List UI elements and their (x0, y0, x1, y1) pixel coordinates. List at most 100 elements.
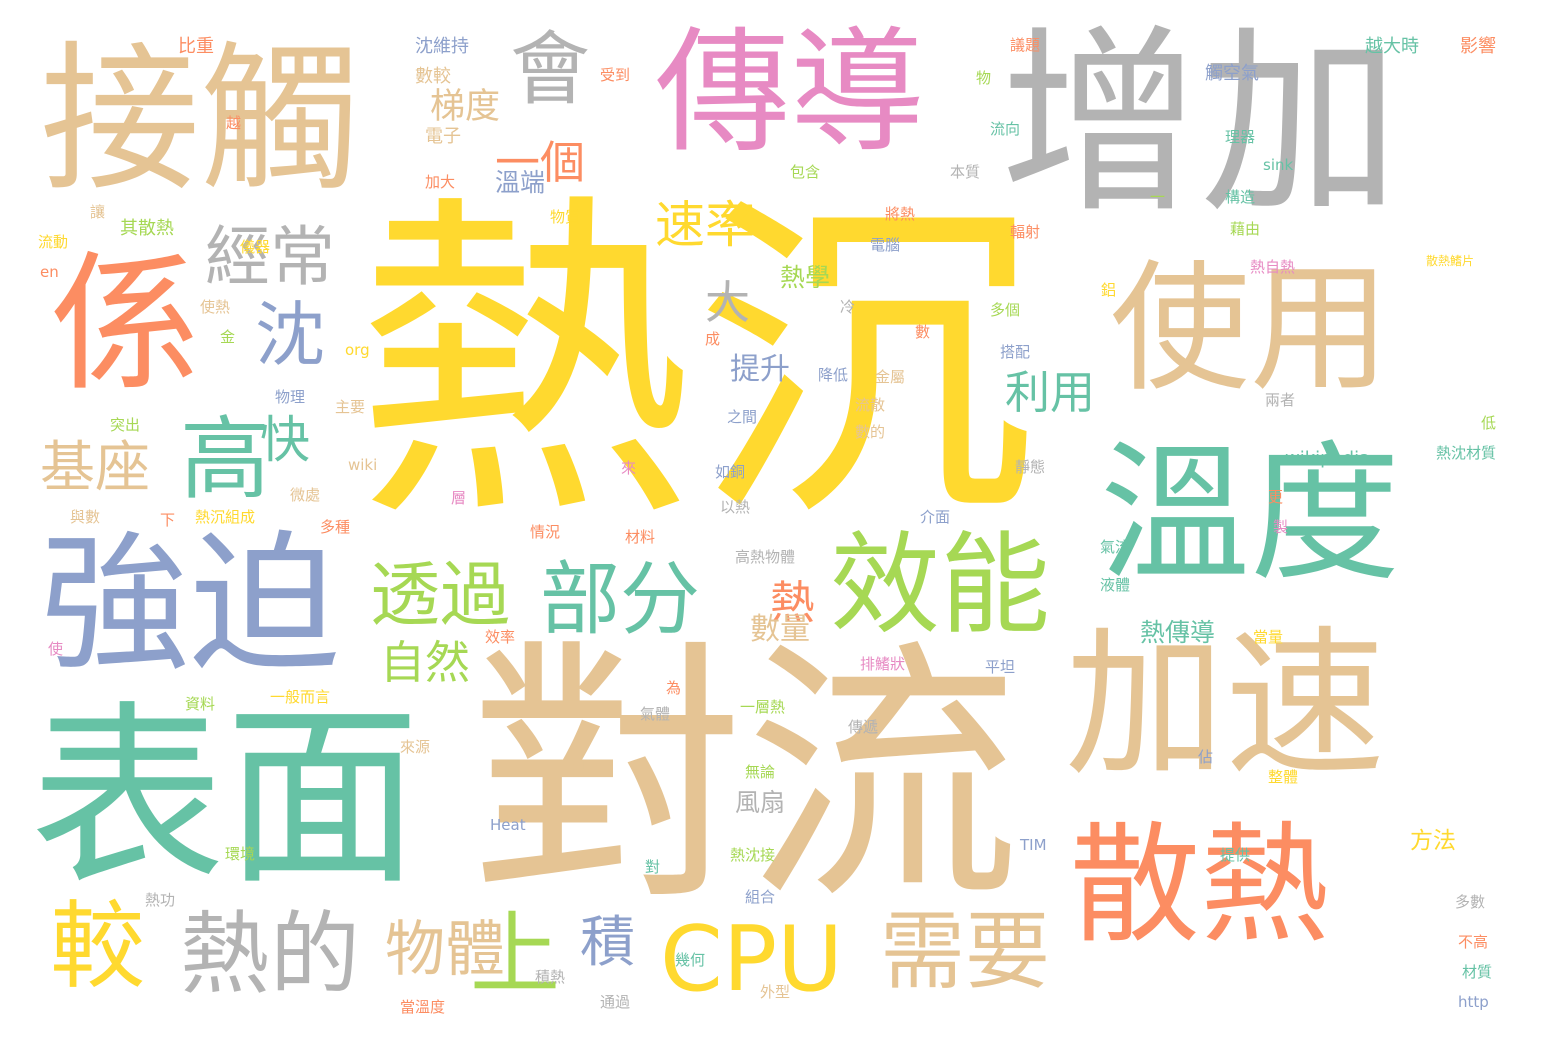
cloud-word: 基座 (40, 435, 151, 499)
cloud-word: 效能 (830, 521, 1050, 649)
cloud-word: 環境 (225, 845, 256, 863)
cloud-word: 金 (220, 328, 236, 346)
cloud-word: 當量 (1253, 628, 1284, 646)
cloud-word: 輻射 (1010, 223, 1041, 241)
cloud-word: 來源 (400, 738, 431, 756)
cloud-word: 更 (1268, 488, 1284, 506)
cloud-word: 加速 (1065, 611, 1386, 798)
cloud-word: 流散 (855, 396, 886, 414)
cloud-word: 積 (580, 910, 636, 974)
cloud-word: Heat (490, 816, 526, 834)
cloud-word: 佔 (1198, 748, 1214, 766)
cloud-word: 流動 (38, 233, 69, 251)
cloud-word: 以熱 (720, 498, 751, 516)
cloud-word: 熱功 (145, 891, 176, 909)
cloud-word: wikipedia (1285, 448, 1371, 469)
cloud-word: 物理 (275, 388, 306, 406)
cloud-word: 幾何 (675, 951, 706, 969)
cloud-word: 無論 (745, 763, 776, 781)
cloud-word: 構造 (1225, 188, 1256, 206)
cloud-word: 利用 (1005, 366, 1096, 419)
cloud-word: 對 (645, 858, 661, 876)
cloud-word: 強迫 (40, 518, 341, 692)
cloud-word: TIM (1020, 836, 1047, 854)
cloud-word: 多種 (320, 518, 351, 536)
cloud-word: 沈 (255, 294, 325, 376)
cloud-word: 數量 (750, 612, 810, 647)
cloud-word: 越 (224, 115, 242, 130)
cloud-word: 電腦 (870, 236, 901, 254)
cloud-word: 下 (160, 511, 176, 529)
cloud-word: 材質 (1462, 963, 1493, 981)
cloud-word: 一般而言 (270, 688, 331, 706)
cloud-word: 經常 (205, 220, 336, 295)
cloud-word: 方法 (1410, 828, 1456, 854)
cloud-word: 情況 (530, 523, 561, 541)
cloud-word: 成 (705, 330, 721, 348)
cloud-word: 散熱鰭片 (1426, 254, 1475, 268)
cloud-word: 主要 (335, 398, 366, 416)
cloud-word: 物質 (550, 208, 581, 226)
cloud-word: http (1458, 993, 1489, 1011)
cloud-word: 流向 (990, 120, 1021, 138)
cloud-word: 其散熱 (120, 218, 174, 239)
cloud-word: 冷 (840, 298, 856, 316)
cloud-word: 不高 (1458, 933, 1489, 951)
cloud-word: 包含 (790, 163, 821, 181)
cloud-word: 氣體 (640, 705, 671, 723)
cloud-word: 液體 (1100, 576, 1131, 594)
cloud-word: 受到 (600, 66, 631, 84)
cloud-word: 突出 (110, 416, 141, 434)
cloud-word: 增加 (1000, 8, 1401, 241)
cloud-word: 數的 (855, 423, 886, 441)
cloud-word: wiki (348, 456, 378, 474)
cloud-word: 多個 (990, 301, 1021, 319)
cloud-word: 卻 (570, 758, 586, 776)
cloud-word: 一層熱 (740, 698, 786, 716)
cloud-word: 使 (48, 640, 64, 658)
cloud-word: 排鰭狀 (860, 655, 906, 673)
cloud-word: 製 (1273, 518, 1289, 536)
cloud-word: 散熱 (1070, 809, 1331, 961)
cloud-word: 一 (1150, 188, 1166, 206)
cloud-word: 高熱物體 (735, 548, 796, 566)
cloud-word: 熱自熱 (1250, 258, 1296, 276)
cloud-word: 風扇 (735, 788, 786, 817)
cloud-word: 較 (50, 892, 146, 1002)
cloud-word: 議題 (1010, 36, 1041, 54)
cloud-word: 係 (50, 238, 201, 412)
cloud-word: 梯度 (430, 87, 501, 127)
cloud-word: 將熱 (885, 205, 916, 223)
cloud-word: 影響 (1460, 36, 1496, 57)
cloud-word: 儀器 (240, 238, 271, 256)
cloud-word: 當溫度 (400, 998, 446, 1016)
cloud-word: 金屬 (875, 368, 906, 386)
cloud-word: 溫端 (495, 168, 546, 197)
cloud-word: 搭配 (1000, 343, 1031, 361)
cloud-word: 與數 (70, 508, 101, 526)
cloud-word: 越大時 (1365, 36, 1419, 57)
cloud-word: 降低 (818, 366, 849, 384)
cloud-word: 使熱 (200, 298, 231, 316)
cloud-word: 大 (705, 276, 751, 329)
cloud-word: 表面 (30, 684, 420, 911)
cloud-word: 速率 (655, 196, 755, 254)
cloud-word: 傳遞 (848, 718, 879, 736)
cloud-word: 材料 (625, 528, 656, 546)
cloud-word: 效率 (485, 628, 516, 646)
cloud-word: 數 (915, 323, 931, 341)
cloud-word: 介面 (920, 508, 951, 526)
cloud-word: 為 (664, 680, 682, 695)
cloud-word: 熱傳導 (1140, 618, 1216, 647)
cloud-word: 使用 (1110, 248, 1391, 411)
cloud-word: 微處 (290, 486, 321, 504)
cloud-word: 資料 (185, 695, 216, 713)
cloud-word: 自然 (380, 636, 471, 689)
cloud-word: 平坦 (985, 658, 1016, 676)
cloud-word: 會 (510, 23, 590, 116)
cloud-word: 透過 (370, 554, 510, 636)
cloud-word: 熱的 (180, 902, 360, 1007)
cloud-word: 通過 (600, 993, 631, 1011)
cloud-word: 需要 (880, 903, 1051, 1002)
cloud-word: org (345, 341, 370, 359)
